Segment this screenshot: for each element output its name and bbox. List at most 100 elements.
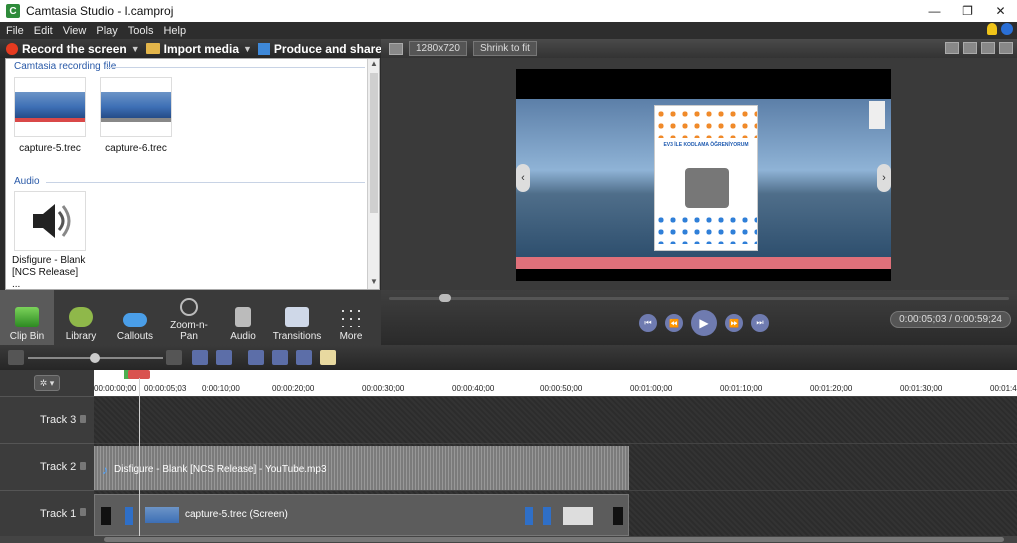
tick-label: 00:01:40 bbox=[990, 384, 1017, 393]
timeline-horizontal-scrollbar[interactable] bbox=[0, 536, 1017, 543]
tick-label: 00:00:40;00 bbox=[452, 384, 495, 393]
seek-handle[interactable] bbox=[439, 294, 451, 302]
lock-icon[interactable] bbox=[80, 461, 86, 470]
produce-share-button[interactable]: Produce and share ▼ bbox=[257, 42, 395, 56]
pan-hand-icon[interactable] bbox=[963, 42, 977, 54]
split-icon[interactable] bbox=[272, 350, 288, 365]
scroll-thumb[interactable] bbox=[104, 537, 1004, 542]
gear-icon[interactable]: ✲ ▾ bbox=[34, 375, 60, 391]
tick-label: 0:00:10;00 bbox=[202, 384, 240, 393]
title-bar: C Camtasia Studio - l.camproj — ❐ ✕ bbox=[0, 0, 1017, 22]
robot-image bbox=[685, 168, 729, 208]
video-frame[interactable]: EV3 İLE KODLAMA ÖĞRENİYORUM ‹ › bbox=[516, 69, 891, 281]
crop-icon[interactable] bbox=[389, 42, 403, 55]
video-controls-bar bbox=[516, 257, 891, 269]
menu-view[interactable]: View bbox=[63, 25, 87, 37]
tab-clip-bin[interactable]: Clip Bin bbox=[0, 290, 54, 345]
tab-more[interactable]: More bbox=[324, 290, 378, 345]
track-lane[interactable]: ♪ Disfigure - Blank [NCS Release] - YouT… bbox=[94, 443, 1017, 490]
ruler-ticks[interactable]: 00:00:00;00 00:00:05;03 0:00:10;00 00:00… bbox=[94, 370, 1017, 396]
detach-icon[interactable] bbox=[999, 42, 1013, 54]
timeline-ruler: ✲ ▾ 00:00:00;00 00:00:05;03 0:00:10;00 0… bbox=[0, 370, 1017, 396]
resolution-dropdown[interactable]: 1280x720 bbox=[409, 41, 467, 56]
online-globe-icon[interactable] bbox=[1001, 23, 1013, 35]
audio-item-disfigure[interactable]: Disfigure - Blank [NCS Release] ... bbox=[12, 191, 88, 290]
undo-icon[interactable] bbox=[192, 350, 208, 365]
record-screen-button[interactable]: Record the screen ▼ bbox=[6, 42, 140, 56]
section-recording-title: Camtasia recording file bbox=[14, 61, 117, 72]
window-controls: — ❐ ✕ bbox=[918, 0, 1017, 22]
skip-end-icon[interactable]: ⏭ bbox=[751, 314, 769, 332]
time-display: 0:00:05;03 / 0:00:59;24 bbox=[890, 311, 1011, 328]
track-3: Track 3 bbox=[0, 396, 1017, 443]
fast-forward-icon[interactable]: ⏩ bbox=[725, 314, 743, 332]
preview-canvas: EV3 İLE KODLAMA ÖĞRENİYORUM ‹ › bbox=[381, 58, 1017, 290]
next-page-icon[interactable]: › bbox=[877, 164, 891, 192]
tab-callouts[interactable]: Callouts bbox=[108, 290, 162, 345]
prev-page-icon[interactable]: ‹ bbox=[516, 164, 530, 192]
record-icon bbox=[6, 42, 18, 55]
menu-tools[interactable]: Tools bbox=[128, 25, 154, 37]
chevron-down-icon: ▼ bbox=[243, 43, 252, 54]
restore-button[interactable]: ❐ bbox=[951, 0, 984, 22]
paste-icon[interactable] bbox=[320, 350, 336, 365]
zoom-out-icon[interactable] bbox=[8, 350, 24, 365]
zoom-slider-handle[interactable] bbox=[90, 353, 100, 363]
copy-icon[interactable] bbox=[296, 350, 312, 365]
skip-start-icon[interactable]: ⏮ bbox=[639, 314, 657, 332]
zoom-in-icon[interactable] bbox=[166, 350, 182, 365]
transition-icon bbox=[285, 307, 309, 327]
tab-transitions[interactable]: Transitions bbox=[270, 290, 324, 345]
clip-capture-6[interactable]: capture-6.trec bbox=[98, 77, 174, 155]
track-1: Track 1 capture-5.trec (Screen) bbox=[0, 490, 1017, 536]
scroll-down-icon[interactable]: ▼ bbox=[368, 277, 379, 289]
close-button[interactable]: ✕ bbox=[984, 0, 1017, 22]
corner-logo bbox=[869, 101, 885, 129]
tick-label: 00:01:20;00 bbox=[810, 384, 853, 393]
more-dots-icon bbox=[339, 307, 363, 327]
redo-icon[interactable] bbox=[216, 350, 232, 365]
import-label: Import media bbox=[163, 41, 239, 56]
scroll-thumb[interactable] bbox=[370, 73, 378, 213]
scroll-up-icon[interactable]: ▲ bbox=[368, 59, 379, 71]
minimize-button[interactable]: — bbox=[918, 0, 951, 22]
lock-icon[interactable] bbox=[80, 508, 86, 517]
tab-audio[interactable]: Audio bbox=[216, 290, 270, 345]
clip-label: capture-6.trec bbox=[105, 143, 167, 154]
import-media-button[interactable]: Import media ▼ bbox=[145, 41, 252, 56]
screen-clip[interactable]: capture-5.trec (Screen) bbox=[94, 494, 629, 536]
tick-label: 00:00:20;00 bbox=[272, 384, 315, 393]
folder-icon bbox=[145, 43, 160, 54]
track-2: Track 2 ♪ Disfigure - Blank [NCS Release… bbox=[0, 443, 1017, 490]
library-icon bbox=[69, 307, 93, 327]
preview-toolbar: 1280x720 Shrink to fit bbox=[381, 39, 1017, 58]
clip-thumbnail bbox=[14, 77, 86, 137]
track-lane[interactable]: capture-5.trec (Screen) bbox=[94, 490, 1017, 536]
tab-zoom-n-pan[interactable]: Zoom-n- Pan bbox=[162, 290, 216, 345]
menu-help[interactable]: Help bbox=[163, 25, 186, 37]
book-cover-image: EV3 İLE KODLAMA ÖĞRENİYORUM bbox=[654, 105, 758, 251]
clip-bin-scrollbar[interactable]: ▲ ▼ bbox=[367, 59, 379, 289]
magnifier-icon bbox=[180, 298, 198, 316]
produce-icon bbox=[257, 42, 270, 55]
clip-capture-5[interactable]: capture-5.trec bbox=[12, 77, 88, 155]
zoom-dropdown[interactable]: Shrink to fit bbox=[472, 41, 537, 56]
menu-file[interactable]: File bbox=[6, 25, 24, 37]
lock-icon[interactable] bbox=[80, 414, 86, 423]
crop-mode-icon[interactable] bbox=[945, 42, 959, 54]
menu-play[interactable]: Play bbox=[96, 25, 117, 37]
play-icon[interactable]: ▶ bbox=[691, 310, 717, 336]
fullscreen-icon[interactable] bbox=[981, 42, 995, 54]
playhead-line[interactable] bbox=[139, 378, 140, 538]
menu-bar: File Edit View Play Tools Help bbox=[0, 22, 1017, 39]
seek-bar[interactable] bbox=[389, 297, 1009, 300]
track-lane[interactable] bbox=[94, 396, 1017, 443]
cut-icon[interactable] bbox=[248, 350, 264, 365]
tips-bulb-icon[interactable] bbox=[987, 23, 997, 35]
audio-clip[interactable]: ♪ Disfigure - Blank [NCS Release] - YouT… bbox=[94, 446, 629, 490]
rewind-icon[interactable]: ⏪ bbox=[665, 314, 683, 332]
tab-library[interactable]: Library bbox=[54, 290, 108, 345]
tick-label: 00:01:10;00 bbox=[720, 384, 763, 393]
audio-label-line2: [NCS Release] ... bbox=[12, 267, 79, 290]
menu-edit[interactable]: Edit bbox=[34, 25, 53, 37]
